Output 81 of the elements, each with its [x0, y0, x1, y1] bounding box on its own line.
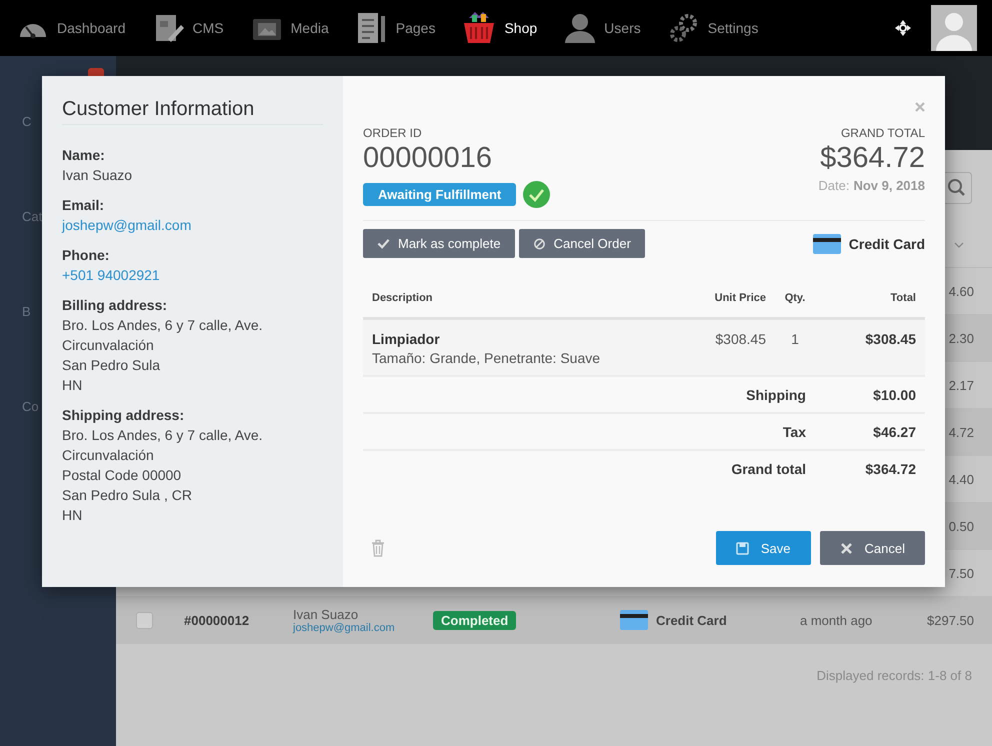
save-button[interactable]: Save — [716, 531, 811, 565]
checkmark-icon — [377, 238, 390, 250]
customer-name: Ivan Suazo — [293, 606, 360, 622]
field-value: Circunvalación — [62, 446, 155, 465]
field-value: HN — [62, 376, 84, 395]
credit-card-icon — [620, 610, 648, 630]
sidebar-item[interactable]: B — [22, 304, 42, 319]
field-label: Billing address: — [62, 296, 168, 315]
field-value: Ivan Suazo — [62, 166, 134, 185]
field-value: Bro. Los Andes, 6 y 7 calle, Ave. — [62, 316, 264, 335]
status-badge: Awaiting Fulfillment — [363, 183, 516, 206]
order-total: $297.50 — [927, 612, 974, 628]
order-total: 4.60 — [948, 284, 974, 298]
check-circle-icon — [523, 181, 550, 208]
order-number: #00000012 — [184, 612, 250, 628]
payment-method: Credit Card — [848, 236, 925, 252]
credit-card-icon — [812, 234, 841, 254]
field-label: Phone: — [62, 246, 110, 265]
basket-icon — [463, 12, 496, 44]
grand-total-label: GRAND TOTAL — [840, 126, 925, 140]
field-value: San Pedro Sula — [62, 356, 162, 375]
summary-label: Grand total — [731, 461, 806, 477]
panel-title: Customer Information — [62, 98, 323, 125]
nav-tab[interactable]: Dashboard — [18, 15, 126, 41]
records-count: Displayed records: 1-8 of 8 — [816, 667, 973, 685]
nav-tab[interactable]: Settings — [668, 13, 758, 43]
grand-total: $364.72 — [820, 142, 925, 175]
field-label: Shipping address: — [62, 406, 186, 425]
order-total: 4.72 — [948, 424, 974, 440]
field-label: Email: — [62, 196, 106, 215]
product-name: Limpiador — [372, 330, 441, 346]
checklist-icon — [356, 12, 387, 44]
nav-tab[interactable]: Pages — [356, 12, 436, 44]
nav-tab[interactable]: Shop — [463, 12, 538, 44]
quantity: 1 — [791, 330, 799, 346]
unit-price: $308.45 — [715, 330, 766, 346]
summary-label: Tax — [782, 424, 806, 440]
trash-icon[interactable] — [371, 539, 385, 557]
crosshair-icon[interactable] — [894, 19, 912, 37]
summary-value: $10.00 — [873, 386, 916, 402]
field-label: Name: — [62, 146, 106, 165]
summary-value: $46.27 — [873, 424, 916, 440]
field-value: San Pedro Sula , CR — [62, 486, 193, 505]
row-checkbox[interactable] — [136, 612, 153, 628]
avatar[interactable] — [931, 5, 977, 51]
field-value: HN — [62, 506, 84, 525]
caret-icon — [954, 242, 964, 248]
field-value: Circunvalación — [62, 336, 155, 355]
product-options: Tamaño: Grande, Penetrante: Suave — [372, 350, 676, 366]
document-pencil-icon — [154, 13, 184, 43]
date-label: Date: — [818, 178, 850, 193]
line-total: $308.45 — [865, 330, 916, 346]
order-total: 2.30 — [948, 330, 974, 346]
order-time: a month ago — [800, 612, 874, 628]
person-silhouette-icon — [565, 13, 596, 43]
gears-icon — [668, 13, 699, 43]
close-icon — [840, 542, 853, 554]
search-button[interactable] — [942, 172, 972, 204]
action-button[interactable]: Cancel Order — [518, 229, 645, 258]
order-total: 2.17 — [948, 378, 974, 392]
summary-label: Shipping — [746, 386, 806, 402]
payment-method: Credit Card — [656, 612, 727, 628]
order-id: 00000016 — [363, 142, 494, 175]
field-value: Bro. Los Andes, 6 y 7 calle, Ave. — [62, 426, 264, 445]
nav-tab[interactable]: CMS — [154, 13, 224, 43]
contact-link[interactable]: joshepw@gmail.com — [62, 215, 192, 235]
order-id-label: ORDER ID — [363, 126, 423, 140]
sidebar-item[interactable]: C — [22, 114, 42, 129]
order-total: 7.50 — [948, 566, 974, 580]
order-total: 4.40 — [948, 472, 974, 486]
status-badge: Completed — [433, 610, 516, 630]
nav-tab[interactable]: Users — [565, 13, 641, 43]
field-value: Postal Code 00000 — [62, 466, 182, 485]
order-total: 0.50 — [948, 518, 974, 534]
contact-link[interactable]: +501 94002921 — [62, 265, 160, 285]
summary-value: $364.72 — [865, 461, 916, 477]
cancel-button[interactable]: Cancel — [820, 531, 925, 565]
order-date: Nov 9, 2018 — [853, 178, 925, 193]
nav-tab[interactable]: Media — [252, 15, 329, 41]
ban-icon — [532, 238, 546, 250]
action-button[interactable]: Mark as complete — [363, 229, 515, 258]
